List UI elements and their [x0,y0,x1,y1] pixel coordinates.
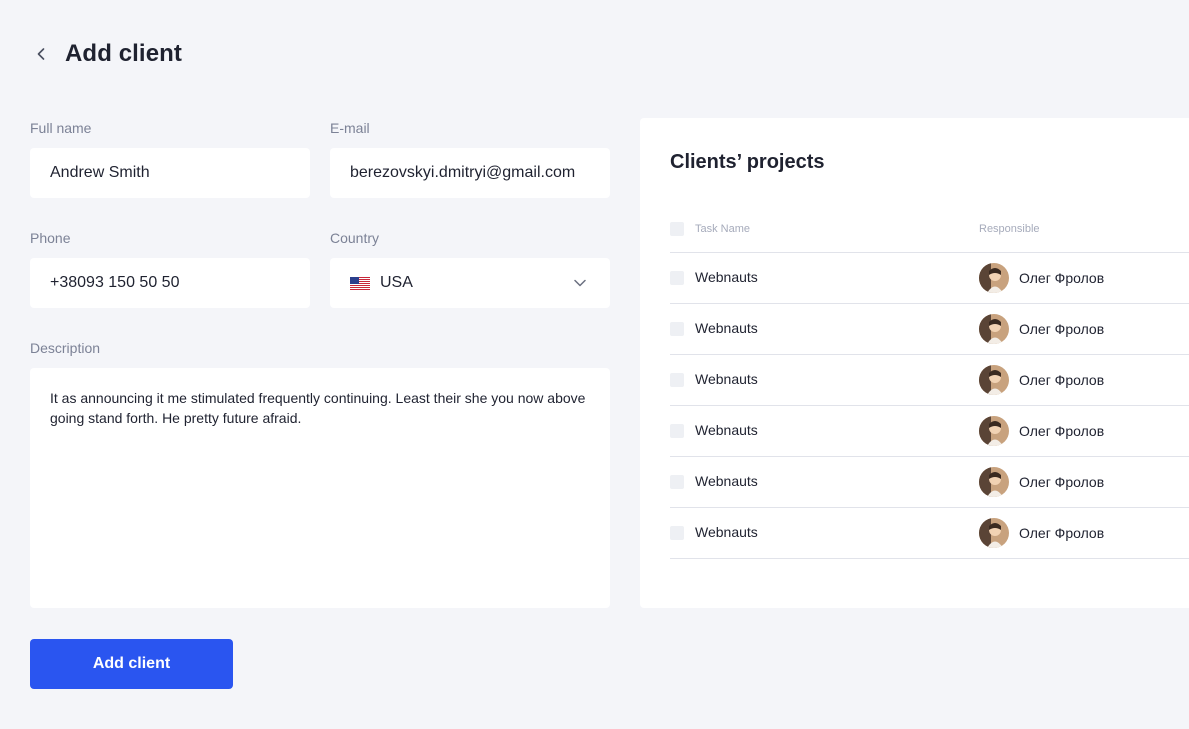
full-name-value: Andrew Smith [50,164,150,181]
table-header: Task Name Responsible [670,206,1189,253]
responsible-name: Олег Фролов [1019,423,1105,439]
table-row[interactable]: Webnauts Олег Фролов [670,253,1189,304]
country-value: USA [380,274,413,291]
phone-value: +38093 150 50 50 [50,274,180,291]
us-flag-icon [350,276,370,290]
table-row[interactable]: Webnauts Олег Фролов [670,508,1189,559]
row-checkbox[interactable] [670,424,684,438]
add-client-page: Add client Full name Andrew Smith E-mail… [0,0,1189,729]
avatar [979,314,1009,344]
table-row[interactable]: Webnauts Олег Фролов [670,457,1189,508]
row-checkbox[interactable] [670,373,684,387]
task-name: Webnauts [695,320,758,336]
task-name: Webnauts [695,473,758,489]
table-row[interactable]: Webnauts Олег Фролов [670,304,1189,355]
avatar [979,416,1009,446]
row-checkbox[interactable] [670,271,684,285]
page-title: Add client [65,40,183,67]
phone-input[interactable]: +38093 150 50 50 [30,258,310,308]
panel-title: Clients’ projects [670,151,825,173]
email-label: E-mail [330,120,370,136]
select-all-checkbox[interactable] [670,222,684,236]
projects-table: Task Name Responsible Webnauts Олег Фрол… [670,206,1189,559]
add-client-button[interactable]: Add client [30,639,233,689]
description-value: It as announcing it me stimulated freque… [50,390,586,426]
task-name: Webnauts [695,269,758,285]
column-header-responsible: Responsible [979,223,1040,235]
responsible-name: Олег Фролов [1019,270,1105,286]
task-name: Webnauts [695,422,758,438]
table-row[interactable]: Webnauts Олег Фролов [670,406,1189,457]
avatar [979,365,1009,395]
column-header-task: Task Name [695,223,751,235]
row-checkbox[interactable] [670,526,684,540]
row-checkbox[interactable] [670,475,684,489]
responsible-name: Олег Фролов [1019,474,1105,490]
avatar [979,467,1009,497]
full-name-input[interactable]: Andrew Smith [30,148,310,198]
email-value: berezovskyi.dmitryi@gmail.com [350,164,576,181]
back-button[interactable] [30,43,52,65]
table-row[interactable]: Webnauts Олег Фролов [670,355,1189,406]
description-label: Description [30,340,101,356]
chevron-left-icon [37,48,45,60]
country-select[interactable]: USA [330,258,610,308]
task-name: Webnauts [695,524,758,540]
responsible-name: Олег Фролов [1019,525,1105,541]
avatar [979,263,1009,293]
chevron-down-icon [574,279,586,287]
row-checkbox[interactable] [670,322,684,336]
phone-label: Phone [30,230,71,246]
page-header: Add client [30,36,182,72]
description-textarea[interactable]: It as announcing it me stimulated freque… [30,368,610,608]
task-name: Webnauts [695,371,758,387]
clients-projects-panel: Clients’ projects Task Name Responsible … [640,118,1189,608]
responsible-name: Олег Фролов [1019,372,1105,388]
full-name-label: Full name [30,120,92,136]
responsible-name: Олег Фролов [1019,321,1105,337]
email-input[interactable]: berezovskyi.dmitryi@gmail.com [330,148,610,198]
country-label: Country [330,230,380,246]
avatar [979,518,1009,548]
